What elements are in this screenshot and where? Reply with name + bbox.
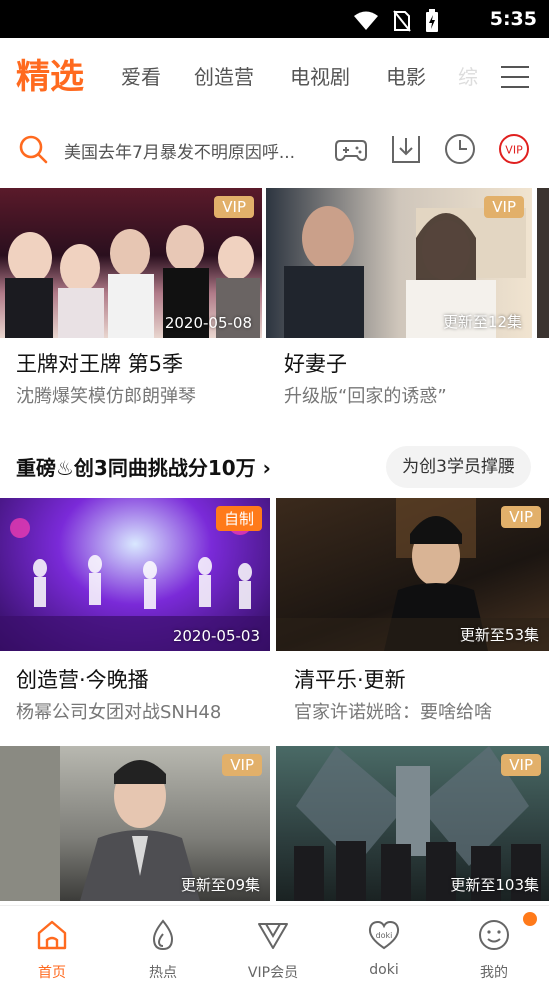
section-title[interactable]: 重磅♨创3同曲挑战分10万 ›	[16, 452, 271, 481]
support-button[interactable]: 为创3学员撑腰	[386, 446, 531, 488]
flame-icon	[152, 919, 174, 951]
tab-watch[interactable]: 爱看	[121, 38, 161, 116]
video-title[interactable]: 王牌对王牌 第5季	[16, 348, 183, 378]
channel-tabs: 精选 爱看 创造营 电视剧 电影 综	[0, 38, 549, 116]
video-title[interactable]: 创造营·今晚播	[16, 664, 149, 694]
no-sim-icon	[393, 10, 411, 32]
status-bar: 5:35	[0, 0, 549, 38]
air-date: 2020-05-03	[172, 627, 260, 645]
video-subtitle: 升级版“回家的诱惑”	[284, 386, 447, 407]
nav-trending[interactable]: 热点	[118, 918, 208, 982]
home-icon	[37, 920, 67, 950]
search-icon[interactable]	[18, 134, 48, 164]
search-row: 美国去年7月暴发不明原因呼... VIP	[0, 116, 549, 184]
nav-label: 我的	[480, 965, 508, 981]
nav-home[interactable]: 首页	[7, 918, 97, 982]
tab-chuangzaoying[interactable]: 创造营	[194, 38, 254, 116]
nav-label: 首页	[38, 965, 66, 981]
nav-doki[interactable]: doki doki	[339, 918, 429, 978]
air-date: 2020-05-08	[164, 314, 252, 332]
svg-text:doki: doki	[376, 931, 393, 940]
video-thumbnail[interactable]: VIP 更新至103集	[276, 746, 549, 901]
video-thumbnail[interactable]: VIP 更新至12集	[266, 188, 532, 338]
episode-status: 更新至53集	[459, 626, 539, 644]
video-thumbnail[interactable]: VIP 2020-05-08	[0, 188, 262, 338]
bottom-navigation: 首页 热点 VIP会员 doki doki 我的	[0, 905, 549, 985]
nav-profile[interactable]: 我的	[449, 918, 539, 982]
tab-variety[interactable]: 综	[458, 38, 478, 116]
vip-badge: VIP	[501, 506, 541, 528]
nav-label: 热点	[149, 965, 177, 981]
video-title[interactable]: 清平乐·更新	[294, 664, 406, 694]
history-clock-icon[interactable]	[443, 132, 477, 166]
vip-badge-icon[interactable]: VIP	[497, 132, 531, 166]
episode-status: 更新至103集	[450, 876, 539, 894]
vip-badge: VIP	[501, 754, 541, 776]
tab-featured[interactable]: 精选	[16, 38, 84, 116]
menu-icon[interactable]	[501, 66, 529, 88]
smiley-icon	[479, 920, 509, 950]
vip-badge: VIP	[214, 196, 254, 218]
original-badge: 自制	[215, 506, 262, 531]
video-thumbnail[interactable]: 自制 2020-05-03	[0, 498, 270, 651]
nav-label: doki	[369, 962, 399, 978]
battery-icon	[426, 9, 438, 32]
episode-status: 更新至09集	[180, 876, 260, 894]
video-thumbnail[interactable]: VIP 更新至09集	[0, 746, 270, 901]
video-thumbnail[interactable]: VIP 更新至53集	[276, 498, 549, 651]
svg-text:VIP: VIP	[505, 144, 523, 157]
download-icon[interactable]	[389, 132, 423, 166]
vip-badge: VIP	[222, 754, 262, 776]
video-subtitle: 沈腾爆笑模仿郎朗弹琴	[16, 386, 196, 407]
clock: 5:35	[489, 8, 537, 30]
video-title[interactable]: 好妻子	[284, 348, 347, 378]
video-subtitle: 杨幂公司女团对战SNH48	[16, 702, 222, 723]
gamepad-icon[interactable]	[334, 132, 368, 166]
next-thumbnail-peek[interactable]	[537, 188, 549, 338]
tab-movies[interactable]: 电影	[386, 38, 426, 116]
doki-heart-icon: doki	[368, 920, 400, 950]
wifi-icon	[354, 11, 378, 30]
notification-dot	[523, 912, 537, 926]
status-icons	[353, 9, 439, 33]
vip-icon	[258, 923, 288, 949]
video-subtitle: 官家许诺姯晗：要啥给啥	[294, 702, 492, 723]
nav-vip[interactable]: VIP会员	[228, 918, 318, 982]
tab-tv-series[interactable]: 电视剧	[290, 38, 350, 116]
vip-badge: VIP	[484, 196, 524, 218]
nav-label: VIP会员	[247, 965, 299, 981]
search-input[interactable]: 美国去年7月暴发不明原因呼...	[64, 138, 316, 163]
episode-status: 更新至12集	[442, 313, 522, 331]
